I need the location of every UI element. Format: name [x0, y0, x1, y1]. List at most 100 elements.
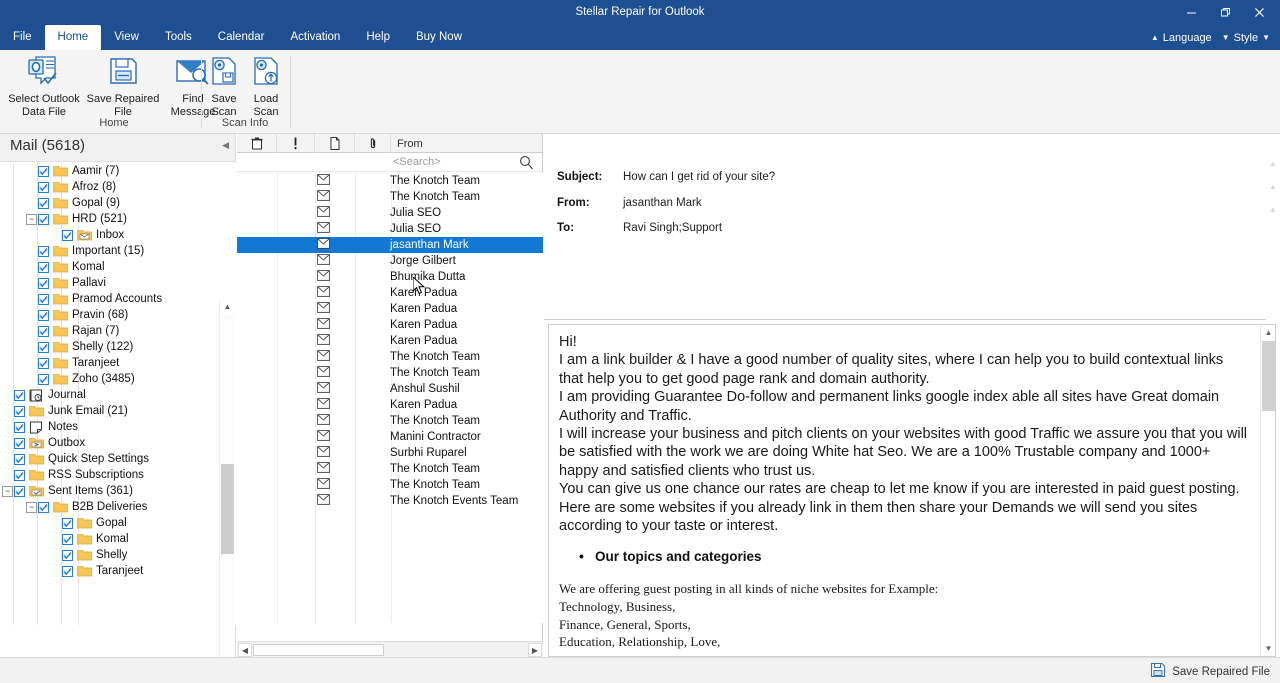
- tree-item[interactable]: Taranjeet: [0, 563, 218, 579]
- message-body-pane[interactable]: Hi! I am a link builder & I have a good …: [548, 324, 1276, 657]
- message-row[interactable]: Jorge Gilbert: [237, 253, 543, 269]
- search-input[interactable]: <Search>: [393, 156, 441, 168]
- tree-item-checkbox[interactable]: [38, 294, 49, 305]
- header-scroll-up-icon[interactable]: ▲: [1266, 156, 1280, 171]
- menu-item-home[interactable]: Home: [45, 25, 102, 50]
- tree-item[interactable]: Aamir (7): [0, 163, 218, 179]
- tree-item[interactable]: Taranjeet: [0, 355, 218, 371]
- message-row[interactable]: Julia SEO: [237, 221, 543, 237]
- tree-item[interactable]: Important (15): [0, 243, 218, 259]
- tree-item[interactable]: Journal: [0, 387, 218, 403]
- column-priority[interactable]: [277, 134, 315, 153]
- tree-item[interactable]: Pallavi: [0, 275, 218, 291]
- collapse-pane-button[interactable]: ◀: [222, 140, 229, 151]
- tree-item-checkbox[interactable]: [38, 326, 49, 337]
- tree-item-checkbox[interactable]: [38, 502, 49, 513]
- style-selector[interactable]: ▼ Style ▼: [1218, 25, 1274, 50]
- tree-expander-icon[interactable]: −: [26, 214, 37, 225]
- column-document[interactable]: [315, 134, 355, 153]
- message-search-row[interactable]: <Search>: [237, 153, 542, 172]
- tree-item[interactable]: Pramod Accounts: [0, 291, 218, 307]
- tree-item-checkbox[interactable]: [14, 486, 25, 497]
- tree-item-checkbox[interactable]: [38, 342, 49, 353]
- body-vscrollbar[interactable]: ▲ ▼: [1260, 325, 1275, 656]
- message-row[interactable]: The Knotch Team: [237, 173, 543, 189]
- column-delete[interactable]: [237, 134, 277, 153]
- tree-item-checkbox[interactable]: [38, 278, 49, 289]
- message-row[interactable]: jasanthan Mark: [237, 237, 543, 253]
- tree-item[interactable]: Shelly (122): [0, 339, 218, 355]
- save-repaired-file-button[interactable]: Save Repaired File: [84, 50, 162, 116]
- tree-item[interactable]: Komal: [0, 259, 218, 275]
- tree-item[interactable]: Rajan (7): [0, 323, 218, 339]
- mlist-scroll-right-icon[interactable]: ▶: [528, 643, 542, 657]
- message-row[interactable]: Karen Padua: [237, 333, 543, 349]
- menu-item-file[interactable]: File: [0, 25, 45, 50]
- tree-item-checkbox[interactable]: [62, 566, 73, 577]
- menu-item-activation[interactable]: Activation: [277, 25, 353, 50]
- tree-item-checkbox[interactable]: [38, 246, 49, 257]
- message-row[interactable]: Karen Padua: [237, 285, 543, 301]
- tree-item[interactable]: Quick Step Settings: [0, 451, 218, 467]
- tree-expander-icon[interactable]: −: [2, 486, 13, 497]
- tree-expander-icon[interactable]: −: [26, 502, 37, 513]
- maximize-restore-button[interactable]: [1208, 1, 1242, 25]
- mlist-scroll-left-icon[interactable]: ◀: [238, 643, 252, 657]
- menu-item-calendar[interactable]: Calendar: [205, 25, 278, 50]
- status-save-repaired-file[interactable]: Save Repaired File: [1150, 662, 1270, 681]
- message-row[interactable]: Anshul Sushil: [237, 381, 543, 397]
- menu-item-tools[interactable]: Tools: [152, 25, 205, 50]
- tree-item[interactable]: Afroz (8): [0, 179, 218, 195]
- minimize-button[interactable]: [1174, 1, 1208, 25]
- load-scan-button[interactable]: Load Scan: [245, 50, 287, 116]
- body-scroll-up-icon[interactable]: ▲: [1261, 325, 1276, 340]
- tree-item[interactable]: Outbox: [0, 435, 218, 451]
- search-icon[interactable]: [519, 155, 534, 173]
- tree-item-checkbox[interactable]: [14, 422, 25, 433]
- tree-item-checkbox[interactable]: [38, 358, 49, 369]
- tree-item-checkbox[interactable]: [38, 374, 49, 385]
- message-row[interactable]: Karen Padua: [237, 397, 543, 413]
- tree-item-checkbox[interactable]: [38, 310, 49, 321]
- message-row[interactable]: The Knotch Events Team: [237, 493, 543, 509]
- tree-item[interactable]: Junk Email (21): [0, 403, 218, 419]
- message-list[interactable]: The Knotch TeamThe Knotch TeamJulia SEOJ…: [237, 173, 543, 623]
- tree-item-checkbox[interactable]: [38, 198, 49, 209]
- select-outlook-data-file-button[interactable]: Select Outlook Data File: [4, 50, 84, 116]
- tree-item-checkbox[interactable]: [14, 454, 25, 465]
- tree-item[interactable]: Pravin (68): [0, 307, 218, 323]
- body-vscroll-thumb[interactable]: [1262, 341, 1275, 411]
- message-row[interactable]: The Knotch Team: [237, 461, 543, 477]
- tree-item[interactable]: −B2B Deliveries: [0, 499, 218, 515]
- tree-item[interactable]: Gopal: [0, 515, 218, 531]
- tree-item-checkbox[interactable]: [62, 518, 73, 529]
- menu-item-view[interactable]: View: [101, 25, 152, 50]
- tree-item[interactable]: −Sent Items (361): [0, 483, 218, 499]
- tree-item[interactable]: Notes: [0, 419, 218, 435]
- tree-item[interactable]: −HRD (521): [0, 211, 218, 227]
- message-row[interactable]: Bhumika Dutta: [237, 269, 543, 285]
- mlist-hscroll-thumb[interactable]: [253, 644, 384, 656]
- tree-item[interactable]: Inbox: [0, 227, 218, 243]
- tree-item-checkbox[interactable]: [14, 406, 25, 417]
- tree-item-checkbox[interactable]: [62, 550, 73, 561]
- tree-item-checkbox[interactable]: [62, 230, 73, 241]
- message-row[interactable]: Manini Contractor: [237, 429, 543, 445]
- close-button[interactable]: [1242, 1, 1276, 25]
- tree-item-checkbox[interactable]: [62, 534, 73, 545]
- body-scroll-down-icon[interactable]: ▼: [1261, 641, 1276, 656]
- tree-item[interactable]: Gopal (9): [0, 195, 218, 211]
- message-row[interactable]: The Knotch Team: [237, 189, 543, 205]
- tree-item[interactable]: Komal: [0, 531, 218, 547]
- message-list-hscrollbar[interactable]: ◀ ▶: [237, 641, 543, 657]
- message-row[interactable]: The Knotch Team: [237, 477, 543, 493]
- language-selector[interactable]: ▲ Language: [1147, 25, 1216, 50]
- tree-item-checkbox[interactable]: [38, 166, 49, 177]
- message-row[interactable]: The Knotch Team: [237, 413, 543, 429]
- message-row[interactable]: The Knotch Team: [237, 349, 543, 365]
- message-row[interactable]: Julia SEO: [237, 205, 543, 221]
- tree-item[interactable]: Shelly: [0, 547, 218, 563]
- message-row[interactable]: The Knotch Team: [237, 365, 543, 381]
- folder-tree-vscrollbar[interactable]: ▲ ▼: [219, 299, 234, 683]
- tree-item-checkbox[interactable]: [14, 470, 25, 481]
